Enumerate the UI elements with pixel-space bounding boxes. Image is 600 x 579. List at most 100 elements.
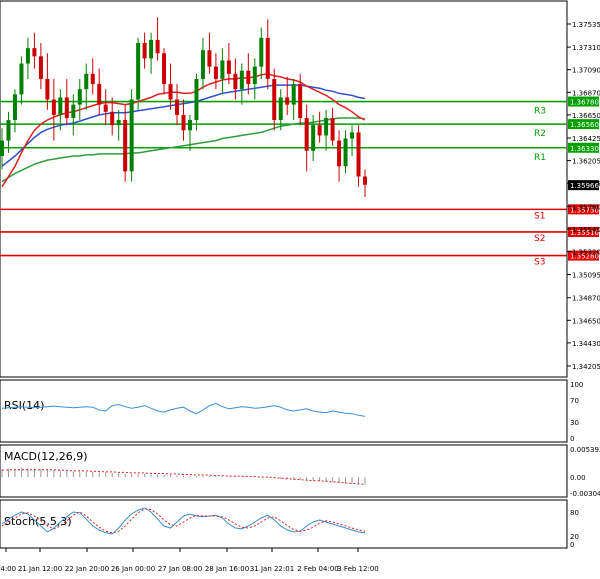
price-panel-frame bbox=[0, 0, 568, 378]
candle-body bbox=[337, 140, 342, 167]
level-price-label: 1.36780 bbox=[570, 99, 599, 107]
candle-body bbox=[110, 111, 115, 126]
rsi-tick-label: 70 bbox=[570, 397, 579, 405]
candle-body bbox=[265, 37, 270, 79]
candle-body bbox=[187, 120, 192, 131]
macd-label: MACD(12,26,9) bbox=[4, 450, 88, 463]
time-tick-label: 22 Jan 20:00 bbox=[65, 565, 109, 573]
price-tick-label: 1.37310 bbox=[572, 44, 600, 52]
price-tick-label: 1.35760 bbox=[572, 203, 600, 211]
candle-body bbox=[304, 117, 309, 151]
macd-tick-label: 0.00 bbox=[570, 474, 586, 482]
price-tick-label: 1.36205 bbox=[572, 158, 600, 166]
candle-body bbox=[200, 50, 205, 79]
price-tick-label: 1.35320 bbox=[572, 248, 600, 256]
candle-body bbox=[285, 97, 290, 105]
level-price-label: 1.36330 bbox=[570, 145, 599, 153]
candle-body bbox=[311, 125, 316, 151]
candle-body bbox=[213, 66, 218, 79]
candle-body bbox=[298, 84, 303, 118]
candle-body bbox=[272, 78, 277, 121]
candle-body bbox=[12, 94, 17, 121]
macd-tick-label: -0.003046 bbox=[570, 490, 600, 498]
stoch-tick-label: 80 bbox=[570, 509, 579, 517]
candle-body bbox=[246, 70, 251, 85]
time-axis: 04:0021 Jan 12:0022 Jan 20:0026 Jan 00:0… bbox=[0, 548, 379, 573]
rsi-tick-label: 30 bbox=[570, 419, 579, 427]
rsi-label: RSI(14) bbox=[4, 399, 44, 412]
candle-body bbox=[136, 43, 141, 100]
candle-body bbox=[207, 50, 212, 67]
candle-body bbox=[175, 99, 180, 115]
stoch-tick-label: 0 bbox=[570, 541, 574, 549]
price-tick-label: 1.35540 bbox=[572, 226, 600, 234]
candle-body bbox=[162, 53, 167, 85]
candle-body bbox=[58, 97, 63, 115]
candle-body bbox=[168, 84, 173, 100]
time-tick-label: 27 Jan 08:00 bbox=[158, 565, 202, 573]
candle-body bbox=[32, 48, 37, 57]
candle-body bbox=[252, 66, 257, 85]
candle-body bbox=[233, 73, 238, 90]
candle-body bbox=[155, 39, 160, 54]
time-tick-label: 31 Jan 22:01 bbox=[250, 565, 294, 573]
price-tick-label: 1.37090 bbox=[572, 67, 600, 75]
price-tick-label: 1.36425 bbox=[572, 135, 600, 143]
level-name-s2: S2 bbox=[534, 234, 545, 244]
candle-body bbox=[0, 140, 4, 156]
candle-body bbox=[129, 99, 134, 172]
candle-body bbox=[350, 132, 355, 139]
candle-body bbox=[19, 63, 24, 95]
trading-chart: R31.36780R21.36560R11.36330S11.35730S21.… bbox=[0, 0, 600, 573]
current-price-label: 1.35966 bbox=[570, 182, 599, 190]
candle-body bbox=[123, 120, 128, 172]
level-name-r3: R3 bbox=[534, 107, 546, 117]
candle-body bbox=[194, 78, 199, 121]
level-name-r2: R2 bbox=[534, 129, 546, 139]
candle-body bbox=[6, 120, 11, 141]
candle-body bbox=[317, 125, 322, 136]
price-tick-label: 1.35095 bbox=[572, 272, 600, 280]
stoch-panel-frame bbox=[0, 499, 568, 549]
candle-body bbox=[330, 117, 335, 141]
candle-body bbox=[226, 60, 231, 74]
candle-body bbox=[324, 117, 329, 136]
price-tick-label: 1.36870 bbox=[572, 89, 600, 97]
candle-body bbox=[51, 99, 56, 115]
candle-body bbox=[25, 48, 30, 64]
level-price-label: 1.36560 bbox=[570, 121, 599, 129]
candle-body bbox=[38, 56, 43, 79]
candle-body bbox=[181, 114, 186, 131]
candle-body bbox=[90, 73, 95, 85]
time-tick-label: 21 Jan 12:00 bbox=[18, 565, 62, 573]
candle-body bbox=[142, 43, 147, 59]
time-tick-label: 26 Jan 00:00 bbox=[111, 565, 155, 573]
stoch-tick-label: 20 bbox=[570, 533, 579, 541]
candle-body bbox=[278, 97, 283, 121]
candle-body bbox=[220, 60, 225, 79]
macd-tick-label: 0.005393 bbox=[570, 446, 600, 454]
price-tick-label: 1.34430 bbox=[572, 340, 600, 348]
price-tick-label: 1.36650 bbox=[572, 112, 600, 120]
price-tick-label: 1.34205 bbox=[572, 363, 600, 371]
price-tick-label: 1.34870 bbox=[572, 295, 600, 303]
candle-body bbox=[116, 120, 121, 126]
level-name-r1: R1 bbox=[534, 153, 546, 163]
candle-body bbox=[363, 176, 367, 185]
rsi-tick-label: 0 bbox=[570, 435, 574, 443]
time-tick-label: 28 Jan 16:00 bbox=[205, 565, 249, 573]
candle-body bbox=[239, 70, 244, 90]
candle-body bbox=[71, 104, 76, 118]
candle-body bbox=[291, 84, 296, 105]
candle-body bbox=[103, 104, 108, 112]
price-axis: 1.37535 1.37310 1.37090 1.36870 1.36650 1.364… bbox=[567, 21, 600, 371]
candle-body bbox=[97, 84, 102, 105]
candle-body bbox=[343, 138, 348, 167]
candle-body bbox=[64, 97, 69, 118]
candle-body bbox=[356, 132, 361, 177]
rsi-tick-label: 100 bbox=[570, 381, 583, 389]
time-tick-label: 2 Feb 04:00 bbox=[297, 565, 338, 573]
price-tick-label: 1.37535 bbox=[572, 21, 600, 29]
level-name-s3: S3 bbox=[534, 258, 545, 268]
candle-body bbox=[45, 78, 50, 100]
